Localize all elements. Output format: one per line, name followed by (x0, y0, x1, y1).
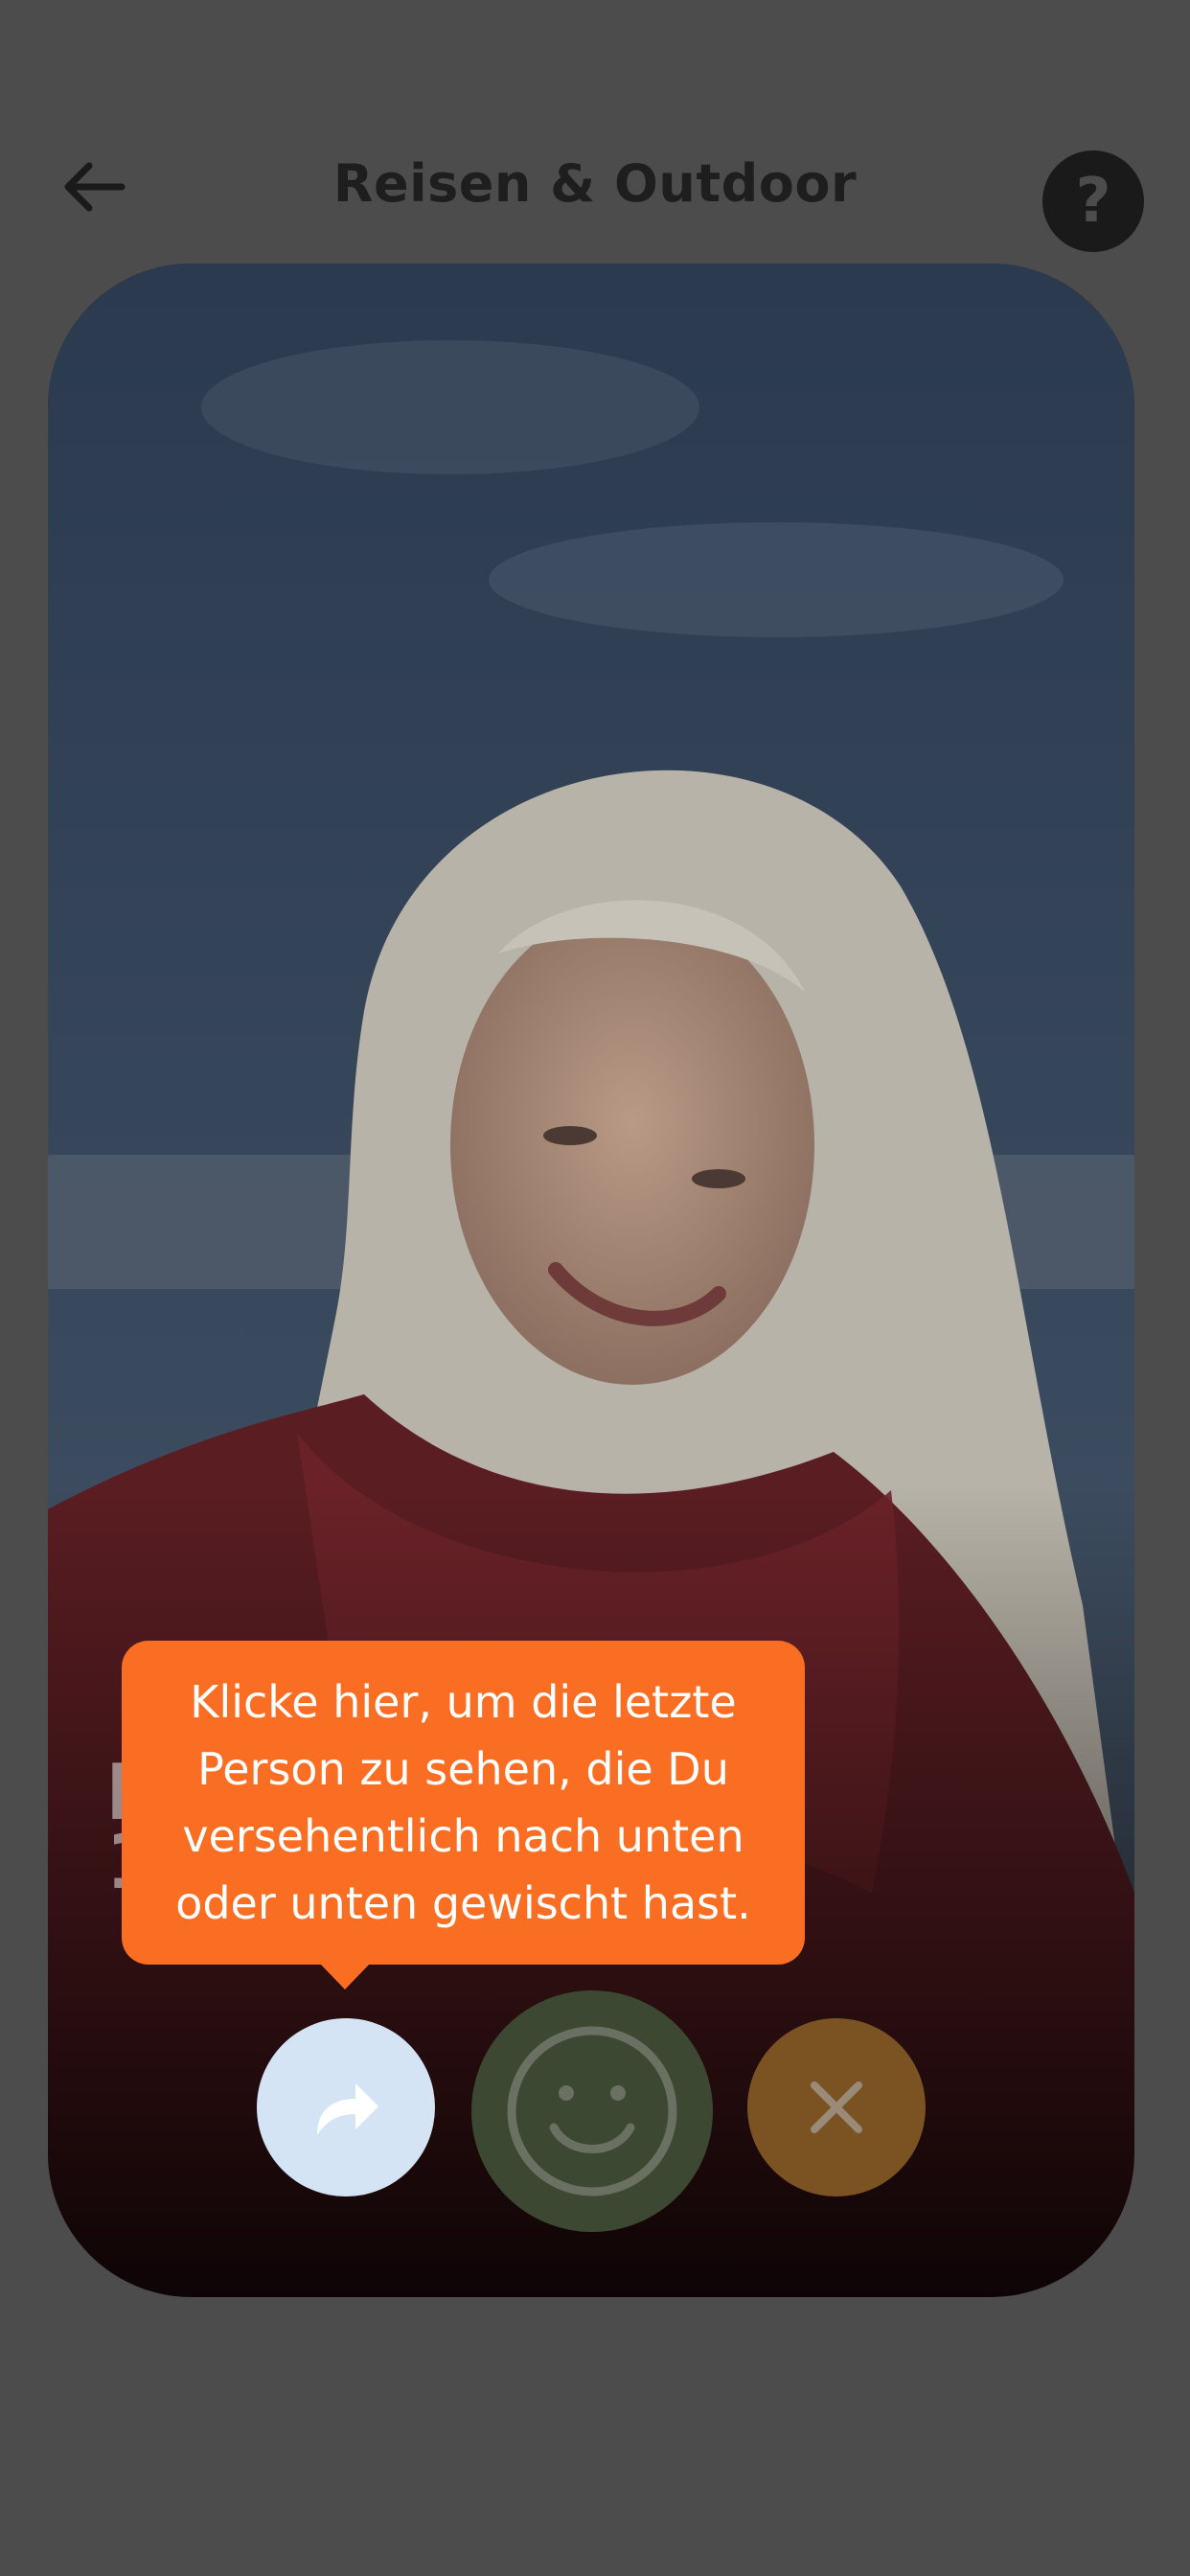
undo-button[interactable] (257, 2018, 435, 2196)
tooltip-text: Klicke hier, um die letzte Person zu seh… (175, 1676, 751, 1929)
undo-arrow-icon (317, 2083, 378, 2135)
undo-tooltip: Klicke hier, um die letzte Person zu seh… (122, 1641, 805, 1990)
help-icon: ? (1075, 166, 1111, 237)
dislike-button[interactable] (747, 2018, 926, 2196)
like-button[interactable] (471, 1990, 713, 2232)
close-icon (811, 2082, 862, 2133)
page-title: Reisen & Outdoor (332, 153, 858, 214)
top-bar: Reisen & Outdoor ? (0, 0, 1190, 259)
help-button[interactable]: ? (1042, 150, 1144, 252)
smiley-icon (507, 2026, 677, 2196)
